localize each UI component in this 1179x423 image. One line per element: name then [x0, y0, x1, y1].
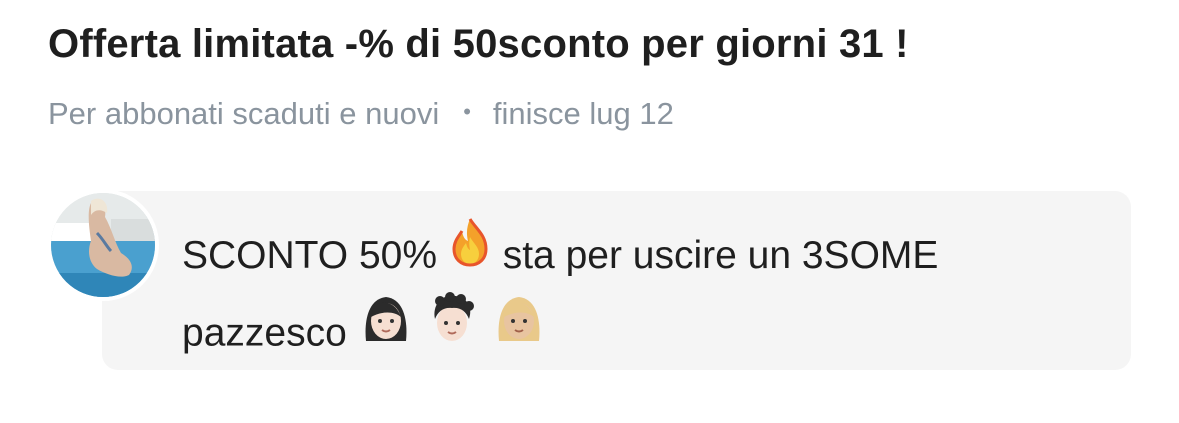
avatar[interactable]: [47, 189, 159, 301]
avatar-photo-icon: [51, 193, 155, 297]
meta-separator: •: [463, 99, 471, 124]
message-text: SCONTO 50% sta per uscire un 3SOME pazze…: [182, 217, 1112, 375]
message-line2: pazzesco: [182, 311, 347, 354]
message-bubble: SCONTO 50% sta per uscire un 3SOME pazze…: [102, 191, 1131, 370]
promo-expiry: finisce lug 12: [492, 96, 674, 131]
promo-audience: Per abbonati scaduti e nuovi: [48, 96, 440, 131]
promo-title: Offerta limitata -% di 50sconto per gior…: [48, 22, 909, 66]
fire-emoji-icon: [448, 217, 492, 291]
promo-card: Offerta limitata -% di 50sconto per gior…: [0, 0, 1179, 423]
woman-emoji-icon: [358, 291, 414, 371]
message-line1-start: SCONTO 50%: [182, 234, 438, 277]
man-emoji-icon: [424, 291, 480, 371]
message-line1-end: sta per uscire un 3SOME: [502, 234, 939, 277]
blond-woman-emoji-icon: [491, 291, 547, 371]
promo-meta: Per abbonati scaduti e nuovi • finisce l…: [48, 96, 674, 132]
